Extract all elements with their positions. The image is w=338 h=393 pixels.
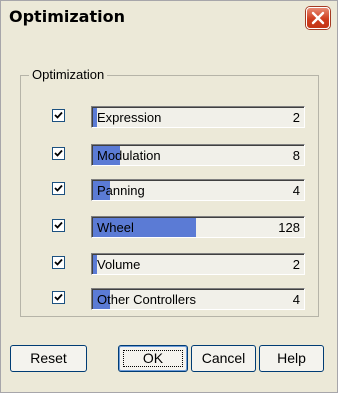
value-other-controllers: 4 [292, 292, 300, 307]
group-label: Optimization [29, 67, 108, 82]
row-wheel: Wheel 128 [49, 216, 305, 238]
close-icon [311, 11, 325, 25]
checkmark-icon [54, 149, 63, 157]
level-bar-panning: Panning 4 [91, 179, 305, 201]
row-other-controllers: Other Controllers 4 [49, 288, 305, 310]
reset-button[interactable]: Reset [10, 345, 87, 372]
window-title: Optimization [9, 7, 125, 26]
checkmark-icon [54, 258, 63, 266]
checkmark-icon [54, 184, 63, 192]
ok-button[interactable]: OK [118, 345, 188, 372]
label-modulation: Modulation [97, 148, 161, 163]
label-panning: Panning [97, 183, 145, 198]
value-modulation: 8 [292, 148, 300, 163]
checkbox-panning[interactable] [52, 182, 65, 195]
focus-ring [123, 350, 183, 367]
level-bar-wheel: Wheel 128 [91, 216, 305, 238]
label-other-controllers: Other Controllers [97, 292, 196, 307]
level-bar-modulation: Modulation 8 [91, 144, 305, 166]
level-bar-volume: Volume 2 [91, 253, 305, 275]
close-button[interactable] [306, 7, 330, 29]
label-wheel: Wheel [97, 220, 134, 235]
checkbox-expression[interactable] [52, 109, 65, 122]
label-expression: Expression [97, 110, 162, 125]
checkmark-icon [54, 111, 63, 119]
value-panning: 4 [292, 183, 300, 198]
label-volume: Volume [97, 257, 141, 272]
level-bar-other-controllers: Other Controllers 4 [91, 288, 305, 310]
row-modulation: Modulation 8 [49, 144, 305, 166]
row-volume: Volume 2 [49, 253, 305, 275]
cancel-button[interactable]: Cancel [191, 345, 256, 372]
help-button[interactable]: Help [259, 345, 324, 372]
value-wheel: 128 [278, 220, 300, 235]
checkbox-modulation[interactable] [52, 147, 65, 160]
value-volume: 2 [292, 257, 300, 272]
optimization-dialog: Optimization Optimization Expression 2 M… [0, 0, 338, 393]
checkbox-other-controllers[interactable] [52, 291, 65, 304]
row-panning: Panning 4 [49, 179, 305, 201]
checkmark-icon [54, 293, 63, 301]
level-bar-expression: Expression 2 [91, 106, 305, 128]
row-expression: Expression 2 [49, 106, 305, 128]
value-expression: 2 [292, 110, 300, 125]
checkmark-icon [54, 221, 63, 229]
checkbox-wheel[interactable] [52, 219, 65, 232]
title-bar[interactable]: Optimization [1, 1, 337, 34]
checkbox-volume[interactable] [52, 256, 65, 269]
